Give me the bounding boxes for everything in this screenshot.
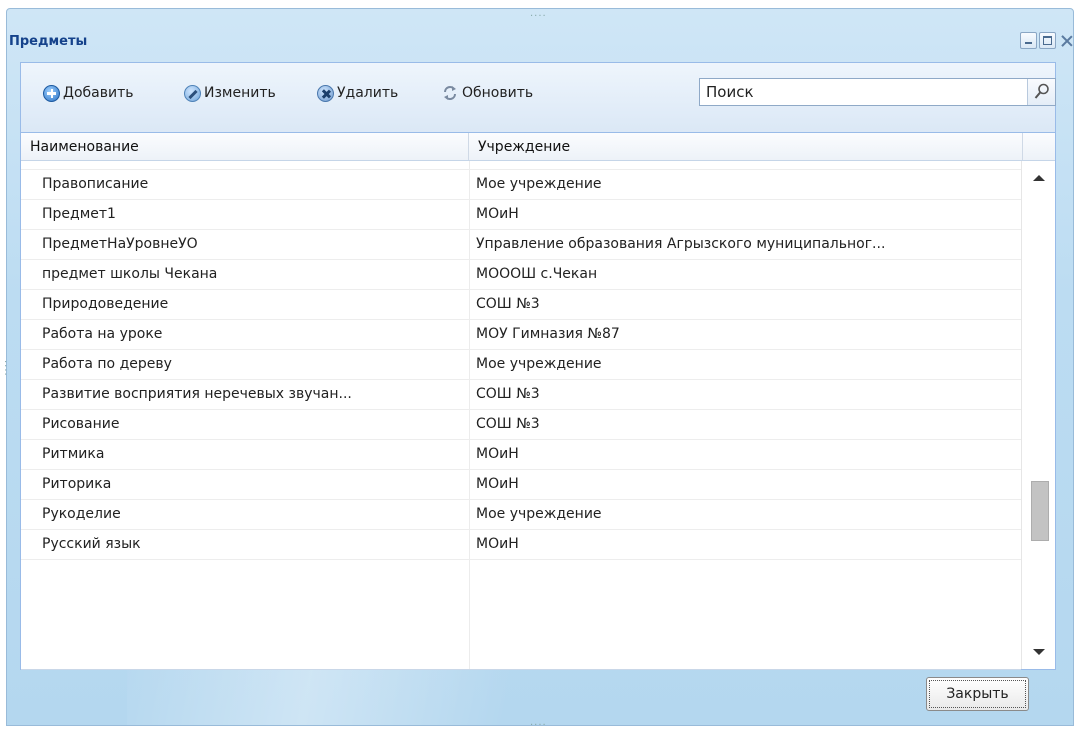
search-input[interactable] [700, 79, 1032, 105]
delete-button-label: Удалить [337, 85, 399, 101]
cell-institution: Мое учреждение [476, 176, 602, 192]
window-title: Предметы [9, 34, 88, 49]
cell-name: Работа на уроке [42, 326, 163, 342]
minimize-icon[interactable] [1020, 32, 1037, 49]
close-button[interactable]: Закрыть [926, 677, 1029, 711]
cell-name: Природоведение [42, 296, 169, 312]
grid-body: ЯЯЯЯ СОШ №3 Правописание Мое учреждение … [21, 161, 1021, 669]
cell-institution: МОиН [476, 206, 519, 222]
cell-name: Рисование [42, 416, 120, 432]
vertical-scrollbar[interactable] [1021, 161, 1055, 669]
edit-button-label: Изменить [204, 85, 276, 101]
cell-institution: МОУ Гимназия №87 [476, 326, 620, 342]
cell-institution: СОШ №3 [476, 416, 540, 432]
edit-pencil-icon [184, 84, 201, 102]
window-controls [1020, 32, 1074, 49]
close-icon[interactable] [1058, 32, 1074, 49]
cell-name: Риторика [42, 476, 112, 492]
table-row[interactable]: Работа по дереву Мое учреждение [21, 350, 1021, 380]
cell-name: Рукоделие [42, 506, 121, 522]
scroll-up-arrow-icon[interactable] [1033, 175, 1045, 181]
cell-name: Предмет1 [42, 206, 116, 222]
table-row[interactable]: Правописание Мое учреждение [21, 170, 1021, 200]
grid-bottom-border [21, 669, 1021, 672]
table-row[interactable]: ПредметНаУровнеУО Управление образования… [21, 230, 1021, 260]
delete-button[interactable]: Удалить [317, 83, 398, 103]
search-button[interactable] [1027, 79, 1055, 105]
resize-grip-left[interactable]: .... [2, 360, 13, 377]
toolbar: Добавить Изменить Удалить Обновить [21, 63, 1056, 133]
refresh-icon [441, 84, 459, 102]
table-row[interactable]: Русский язык МОиН [21, 530, 1021, 560]
cell-name: Работа по дереву [42, 356, 172, 372]
table-row[interactable]: Риторика МОиН [21, 470, 1021, 500]
cell-institution: СОШ №3 [476, 161, 1016, 169]
table-row[interactable]: Работа на уроке МОУ Гимназия №87 [21, 320, 1021, 350]
search-icon [1034, 83, 1049, 99]
scrollbar-thumb[interactable] [1031, 481, 1049, 541]
cell-name: ЯЯЯЯ [42, 161, 460, 169]
add-icon [43, 84, 60, 102]
resize-grip-top[interactable]: .... [530, 8, 547, 19]
edit-button[interactable]: Изменить [184, 83, 276, 103]
cell-name: Ритмика [42, 446, 105, 462]
table-row[interactable]: Развитие восприятия неречевых звучан... … [21, 380, 1021, 410]
refresh-button[interactable]: Обновить [441, 83, 533, 103]
maximize-icon[interactable] [1039, 32, 1056, 49]
column-header-name[interactable]: Наименование [21, 133, 469, 160]
resize-grip-bottom[interactable]: .... [530, 717, 547, 728]
search-field [699, 78, 1056, 106]
cell-institution: МОиН [476, 476, 519, 492]
cell-name: ПредметНаУровнеУО [42, 236, 198, 252]
table-row[interactable]: ЯЯЯЯ СОШ №3 [21, 161, 1021, 170]
cell-institution: Управление образования Агрызского муници… [476, 236, 886, 252]
table-row[interactable]: Природоведение СОШ №3 [21, 290, 1021, 320]
cell-institution: СОШ №3 [476, 386, 540, 402]
column-header-institution[interactable]: Учреждение [469, 133, 1023, 160]
cell-institution: Мое учреждение [476, 356, 602, 372]
cell-institution: МОиН [476, 536, 519, 552]
subjects-grid-panel: Добавить Изменить Удалить Обновить Поиск… [20, 62, 1056, 670]
cell-name: Русский язык [42, 536, 141, 552]
table-row[interactable]: Рисование СОШ №3 [21, 410, 1021, 440]
add-button[interactable]: Добавить [43, 83, 133, 103]
cell-institution: СОШ №3 [476, 296, 540, 312]
cell-name: Правописание [42, 176, 149, 192]
delete-icon [317, 84, 334, 102]
refresh-button-label: Обновить [462, 85, 534, 101]
cell-name: Развитие восприятия неречевых звучан... [42, 386, 352, 402]
table-row[interactable]: Ритмика МОиН [21, 440, 1021, 470]
table-row[interactable]: предмет школы Чекана МОООШ с.Чекан [21, 260, 1021, 290]
cell-institution: Мое учреждение [476, 506, 602, 522]
table-row[interactable]: Предмет1 МОиН [21, 200, 1021, 230]
cell-name: предмет школы Чекана [42, 266, 218, 282]
add-button-label: Добавить [63, 85, 134, 101]
grid-header: Наименование Учреждение [21, 133, 1055, 161]
scroll-down-arrow-icon[interactable] [1033, 649, 1045, 655]
cell-institution: МОООШ с.Чекан [476, 266, 598, 282]
cell-institution: МОиН [476, 446, 519, 462]
table-row[interactable]: Рукоделие Мое учреждение [21, 500, 1021, 530]
